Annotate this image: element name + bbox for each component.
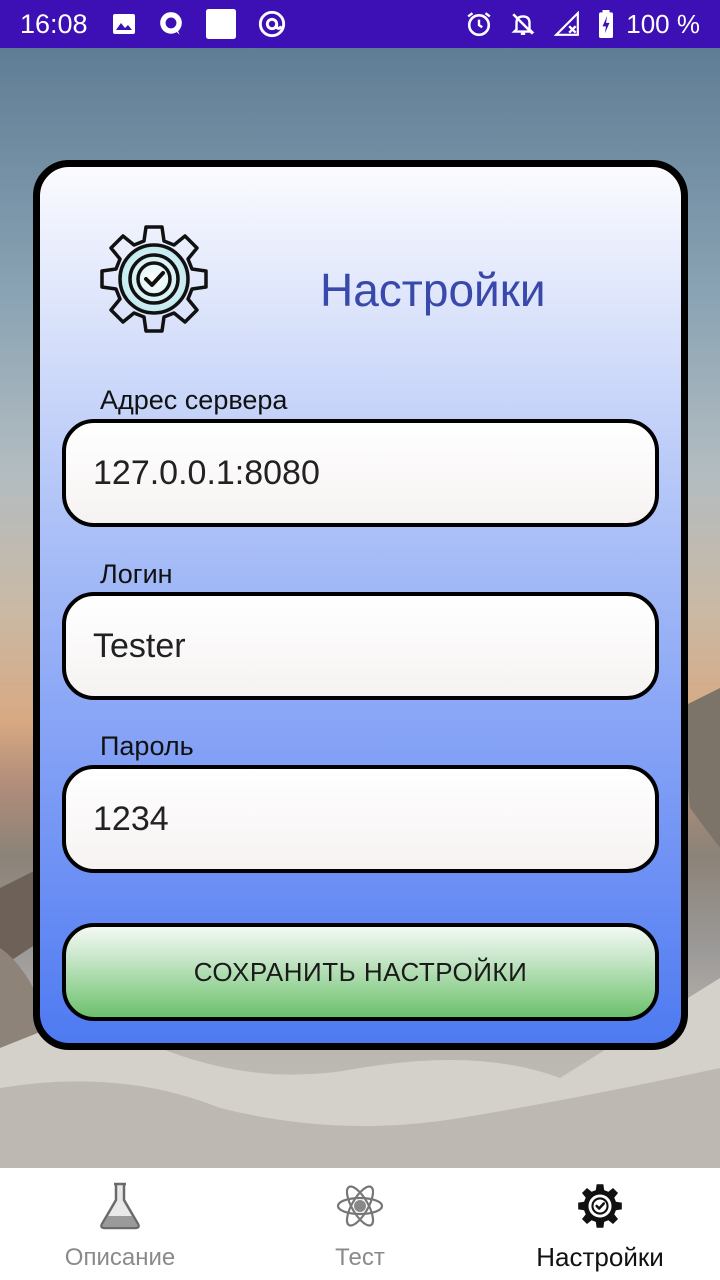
status-right-icons: 100 %	[466, 9, 700, 40]
save-settings-button[interactable]: СОХРАНИТЬ НАСТРОЙКИ	[62, 923, 659, 1021]
messenger-icon	[159, 12, 182, 35]
password-input[interactable]	[93, 799, 655, 839]
settings-card: Настройки Адрес сервера Логин Пароль СОХ…	[33, 160, 688, 1050]
square-icon	[205, 9, 236, 39]
server-address-label: Адрес сервера	[100, 385, 288, 415]
password-label: Пароль	[100, 731, 194, 761]
status-bar: 16:08 100 %	[0, 0, 720, 48]
page-title: Настройки	[320, 264, 546, 316]
nav-label-description: Описание	[64, 1244, 176, 1271]
gear-check-icon	[578, 1184, 622, 1228]
notifications-off-icon	[511, 13, 535, 35]
password-field[interactable]	[62, 765, 659, 873]
battery-percent: 100 %	[626, 8, 700, 39]
bottom-navigation: Описание Тест Настройки	[0, 1168, 720, 1280]
image-icon	[112, 14, 135, 34]
nav-label-test: Тест	[335, 1244, 385, 1271]
login-field[interactable]	[62, 592, 659, 700]
server-address-input[interactable]	[93, 453, 655, 493]
login-label: Логин	[100, 559, 173, 589]
server-address-field[interactable]	[62, 419, 659, 527]
nav-label-settings: Настройки	[536, 1242, 664, 1272]
login-input[interactable]	[93, 626, 655, 666]
alarm-icon	[467, 12, 491, 37]
gear-check-icon	[100, 225, 208, 333]
nav-item-test[interactable]: Тест	[240, 1168, 480, 1280]
battery-icon	[599, 10, 614, 38]
signal-icon	[554, 11, 580, 36]
nav-item-settings[interactable]: Настройки	[480, 1168, 720, 1280]
status-time: 16:08	[20, 8, 88, 39]
at-icon	[258, 10, 285, 38]
nav-item-description[interactable]: Описание	[0, 1168, 240, 1280]
atom-icon	[336, 1185, 384, 1227]
status-left-icons	[112, 9, 286, 39]
flask-icon	[100, 1182, 140, 1230]
